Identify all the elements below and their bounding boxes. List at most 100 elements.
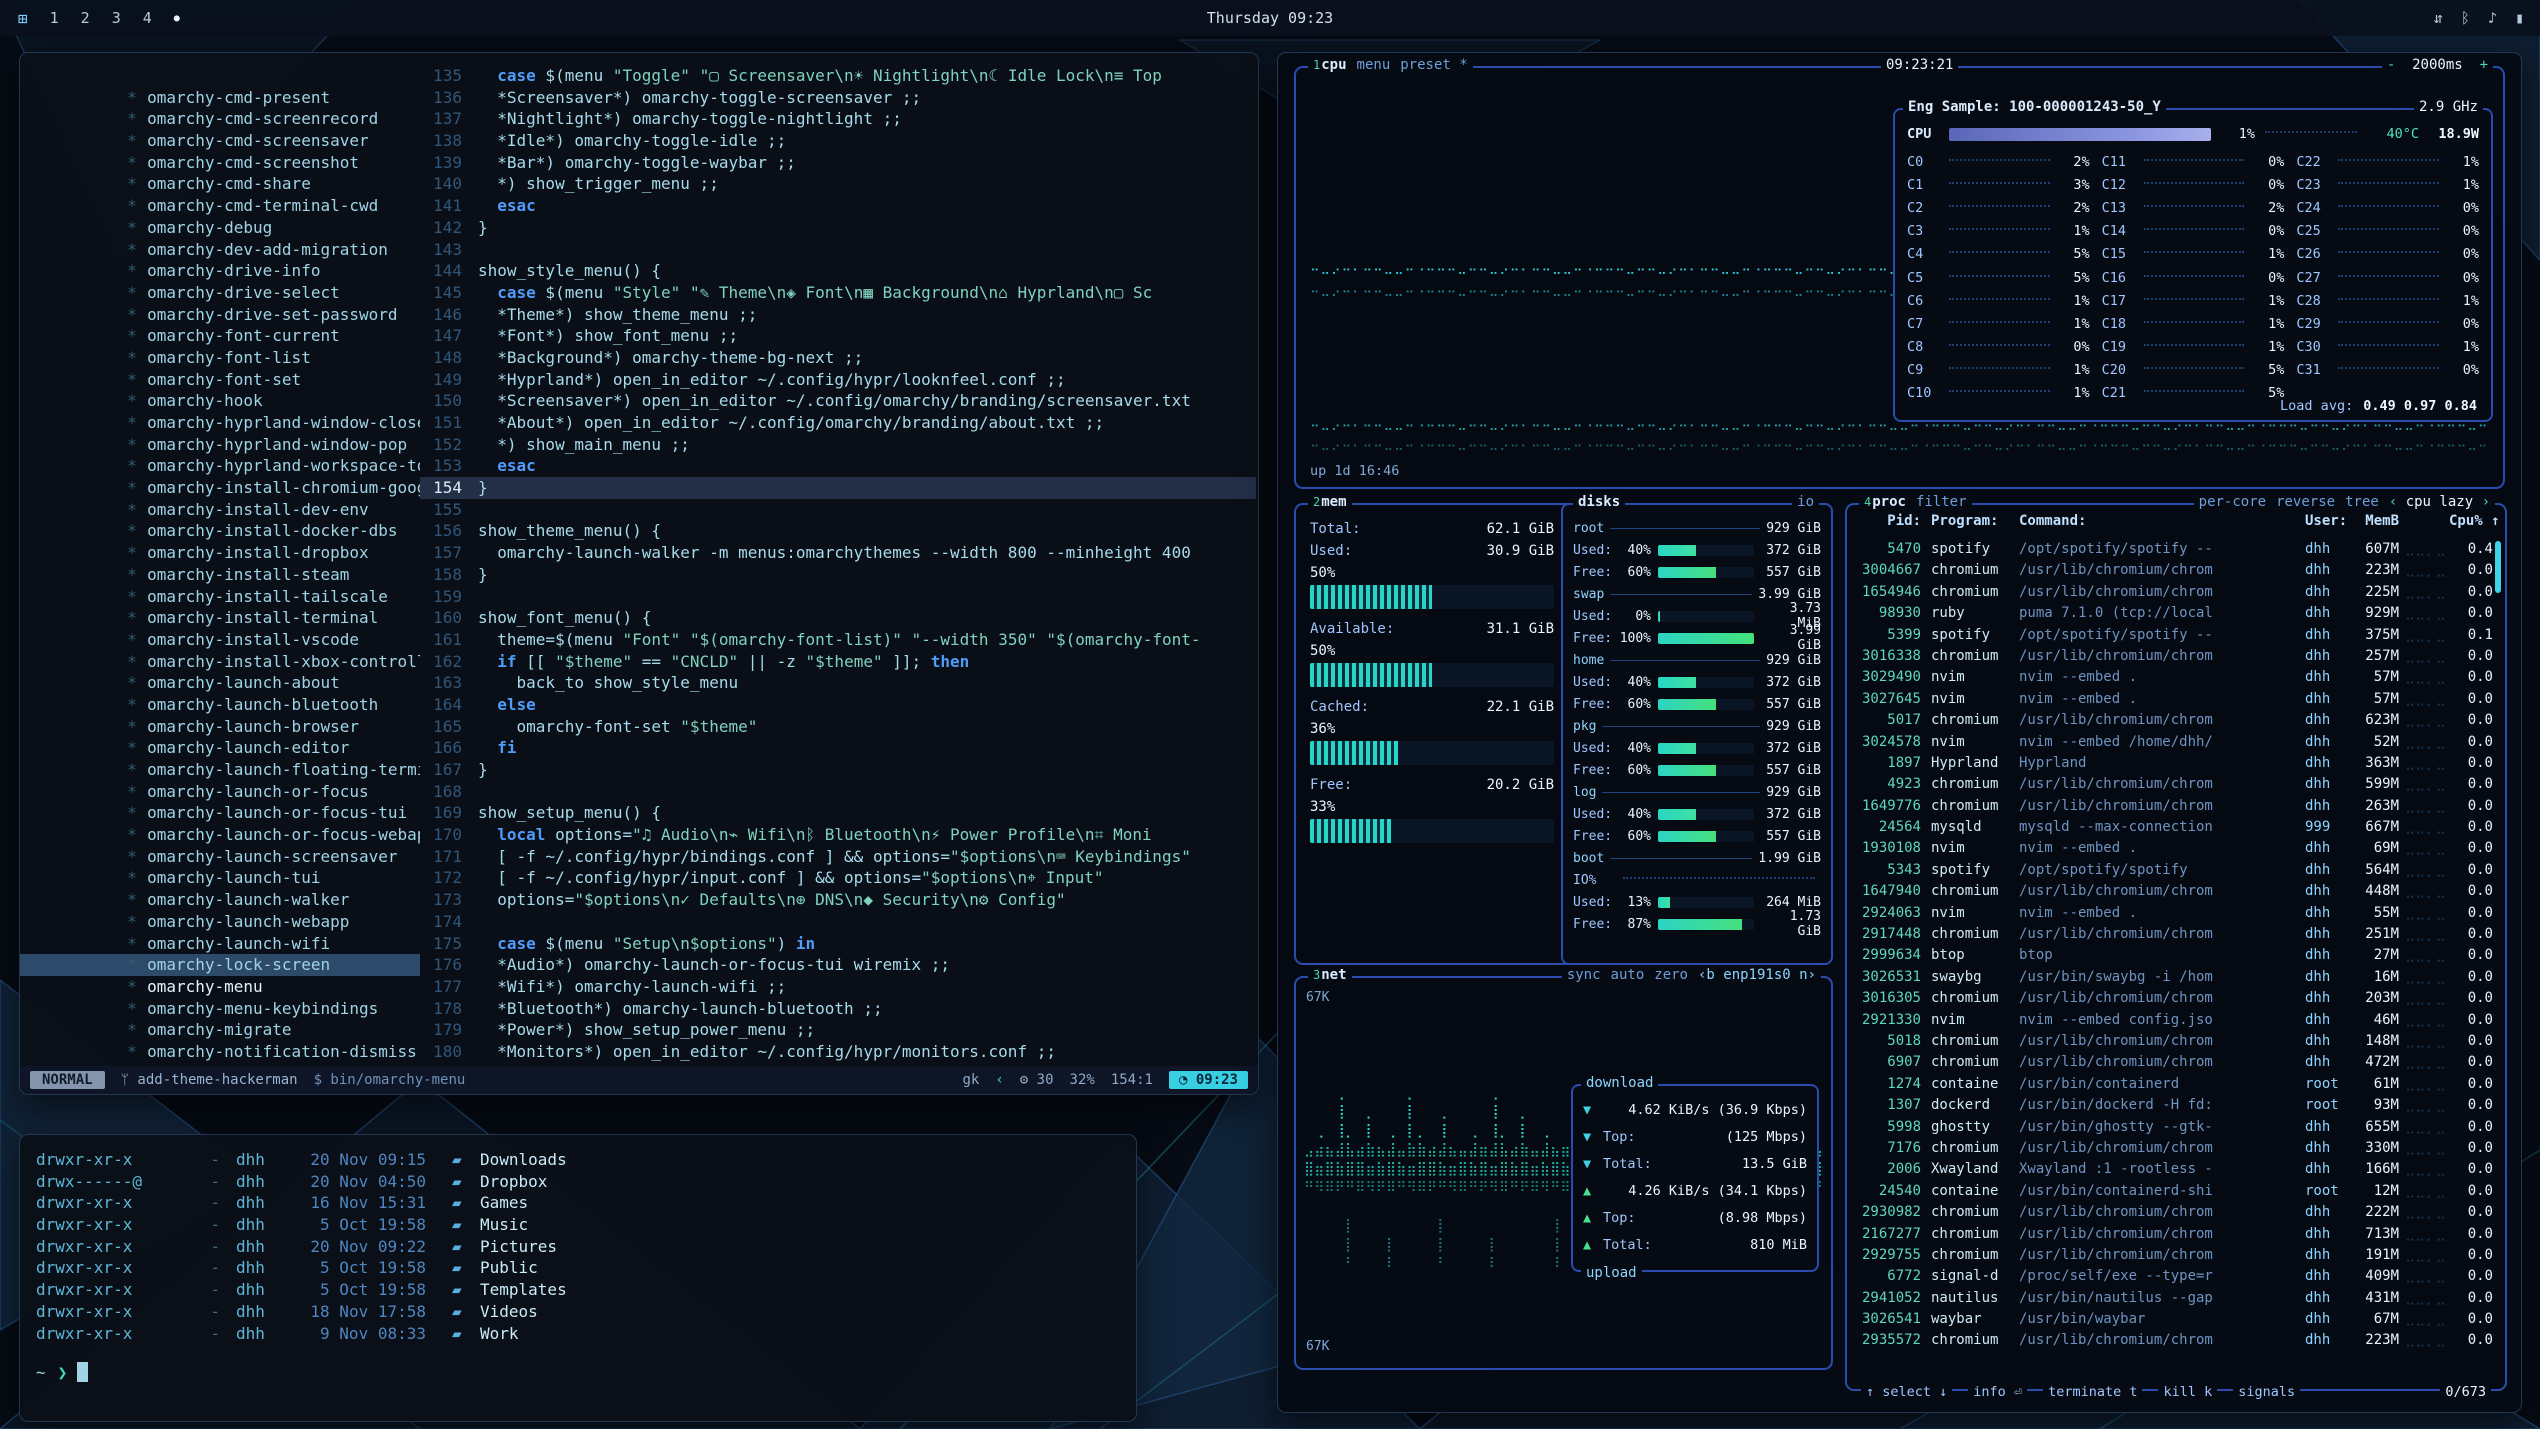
code-line[interactable]: 163 back_to show_style_menu: [420, 672, 1256, 694]
code-line[interactable]: 159: [420, 586, 1256, 608]
code-line[interactable]: 150 *Screensaver*) open_in_editor ~/.con…: [420, 390, 1256, 412]
table-row[interactable]: 24564 mysqld mysqld --max-connection 999…: [1857, 817, 2493, 838]
table-row[interactable]: 1654946 chromium /usr/lib/chromium/chrom…: [1857, 582, 2493, 603]
table-row[interactable]: 2167277 chromium /usr/lib/chromium/chrom…: [1857, 1224, 2493, 1245]
code-line[interactable]: 175 case $(menu "Setup\n$options") in: [420, 933, 1256, 955]
proc-box-title[interactable]: 4proc: [1859, 494, 1911, 510]
table-row[interactable]: 24540 containe /usr/bin/containerd-shi r…: [1857, 1181, 2493, 1202]
table-row[interactable]: 5343 spotify /opt/spotify/spotify dhh 56…: [1857, 860, 2493, 881]
tree-toggle[interactable]: tree: [2340, 494, 2384, 510]
code-line[interactable]: 138 *Idle*) omarchy-toggle-idle ;;: [420, 130, 1256, 152]
list-item[interactable]: drwxr-xr-x - dhh 16 Nov 15:31 ▰ Games: [36, 1192, 1136, 1214]
table-row[interactable]: 1930108 nvim nvim --embed . dhh 69M ⣀⣀⡀⣀…: [1857, 838, 2493, 859]
code-line[interactable]: 142}: [420, 217, 1256, 239]
process-action-button[interactable]: signals: [2233, 1384, 2300, 1400]
table-row[interactable]: 1647940 chromium /usr/lib/chromium/chrom…: [1857, 881, 2493, 902]
code-line[interactable]: 171 [ -f ~/.config/hypr/bindings.conf ] …: [420, 846, 1256, 868]
file-list-pane[interactable]: *omarchy-cmd-present *omarchy-cmd-screen…: [20, 65, 420, 1066]
code-line[interactable]: 140 *) show_trigger_menu ;;: [420, 173, 1256, 195]
code-line[interactable]: 169show_setup_menu() {: [420, 802, 1256, 824]
list-item[interactable]: drwxr-xr-x - dhh 20 Nov 09:22 ▰ Pictures: [36, 1236, 1136, 1258]
code-line[interactable]: 137 *Nightlight*) omarchy-toggle-nightli…: [420, 108, 1256, 130]
table-row[interactable]: 5998 ghostty /usr/bin/ghostty --gtk- dhh…: [1857, 1117, 2493, 1138]
list-item[interactable]: drwxr-xr-x - dhh 18 Nov 17:58 ▰ Videos: [36, 1301, 1136, 1323]
code-line[interactable]: 158}: [420, 564, 1256, 586]
code-line[interactable]: 146 *Theme*) show_theme_menu ;;: [420, 304, 1256, 326]
code-pane[interactable]: 135 case $(menu "Toggle" "▢ Screensaver\…: [420, 65, 1256, 1066]
code-line[interactable]: 176 *Audio*) omarchy-launch-or-focus-tui…: [420, 954, 1256, 976]
tray-icon[interactable]: ᛒ: [2461, 9, 2470, 27]
table-row[interactable]: 1274 containe /usr/bin/containerd root 6…: [1857, 1074, 2493, 1095]
table-row[interactable]: 6907 chromium /usr/lib/chromium/chrom dh…: [1857, 1052, 2493, 1073]
tray-icon[interactable]: ⇵: [2434, 9, 2443, 27]
code-line[interactable]: 173 options="$options\n✓ Defaults\n⊕ DNS…: [420, 889, 1256, 911]
code-line[interactable]: 177 *Wifi*) omarchy-launch-wifi ;;: [420, 976, 1256, 998]
code-line[interactable]: 149 *Hyprland*) open_in_editor ~/.config…: [420, 369, 1256, 391]
list-item[interactable]: drwxr-xr-x - dhh 20 Nov 09:15 ▰ Download…: [36, 1149, 1136, 1171]
table-row[interactable]: 3029490 nvim nvim --embed . dhh 57M ⣀⣀⡀⣀…: [1857, 667, 2493, 688]
code-line[interactable]: 151 *About*) open_in_editor ~/.config/om…: [420, 412, 1256, 434]
sort-next-button[interactable]: ›: [2482, 494, 2490, 510]
io-mode-button[interactable]: io: [1792, 494, 1819, 510]
list-item[interactable]: drwxr-xr-x - dhh 5 Oct 19:58 ▰ Music: [36, 1214, 1136, 1236]
table-row[interactable]: 2917448 chromium /usr/lib/chromium/chrom…: [1857, 924, 2493, 945]
table-row[interactable]: 2935572 chromium /usr/lib/chromium/chrom…: [1857, 1330, 2493, 1351]
list-item[interactable]: drwxr-xr-x - dhh 5 Oct 19:58 ▰ Public: [36, 1257, 1136, 1279]
code-line[interactable]: 147 *Font*) show_font_menu ;;: [420, 325, 1256, 347]
table-row[interactable]: 2941052 nautilus /usr/bin/nautilus --gap…: [1857, 1288, 2493, 1309]
code-line[interactable]: 148 *Background*) omarchy-theme-bg-next …: [420, 347, 1256, 369]
table-row[interactable]: 5018 chromium /usr/lib/chromium/chrom dh…: [1857, 1031, 2493, 1052]
tray-icon[interactable]: ▮: [2515, 9, 2524, 27]
code-line[interactable]: 135 case $(menu "Toggle" "▢ Screensaver\…: [420, 65, 1256, 87]
code-line[interactable]: 144show_style_menu() {: [420, 260, 1256, 282]
shell-prompt[interactable]: ~ ❯: [36, 1362, 1136, 1382]
process-action-button[interactable]: ↑ select ↓: [1861, 1384, 1952, 1400]
table-row[interactable]: 2921330 nvim nvim --embed config.jso dhh…: [1857, 1010, 2493, 1031]
code-line[interactable]: 152 *) show_main_menu ;;: [420, 434, 1256, 456]
menu-button[interactable]: menu: [1352, 57, 1396, 73]
code-line[interactable]: 162 if [[ "$theme" == "CNCLD" || -z "$th…: [420, 651, 1256, 673]
code-line[interactable]: 156show_theme_menu() {: [420, 520, 1256, 542]
net-zero-button[interactable]: zero: [1649, 967, 1693, 983]
code-line[interactable]: 145 case $(menu "Style" "✎ Theme\n◈ Font…: [420, 282, 1256, 304]
table-row[interactable]: 98930 ruby puma 7.1.0 (tcp://local dhh 9…: [1857, 603, 2493, 624]
per-core-toggle[interactable]: per-core: [2194, 494, 2271, 510]
tray-icon[interactable]: ♪: [2488, 9, 2497, 27]
mem-box-title[interactable]: 2mem: [1308, 494, 1352, 510]
net-box-title[interactable]: 3net: [1308, 967, 1352, 983]
table-row[interactable]: 5017 chromium /usr/lib/chromium/chrom dh…: [1857, 710, 2493, 731]
table-row[interactable]: 1897 Hyprland Hyprland dhh 363M ⣀⣀⡀⣀ 0.0: [1857, 753, 2493, 774]
list-item[interactable]: drwx------@ - dhh 20 Nov 04:50 ▰ Dropbox: [36, 1171, 1136, 1193]
reverse-toggle[interactable]: reverse: [2271, 494, 2340, 510]
code-line[interactable]: 139 *Bar*) omarchy-toggle-waybar ;;: [420, 152, 1256, 174]
net-sync-button[interactable]: sync: [1562, 967, 1606, 983]
filter-button[interactable]: filter: [1911, 494, 1972, 510]
process-action-button[interactable]: info ⏎: [1968, 1384, 2027, 1400]
interval-increase-button[interactable]: +: [2480, 57, 2488, 73]
process-scrollbar[interactable]: [2495, 541, 2501, 593]
list-item[interactable]: drwxr-xr-x - dhh 9 Nov 08:33 ▰ Work: [36, 1323, 1136, 1345]
code-line[interactable]: 153 esac: [420, 455, 1256, 477]
table-row[interactable]: 2924063 nvim nvim --embed . dhh 55M ⣀⣀⡀⣀…: [1857, 903, 2493, 924]
code-line[interactable]: 160show_font_menu() {: [420, 607, 1256, 629]
cpu-box-title[interactable]: 1cpu: [1308, 57, 1352, 73]
table-row[interactable]: 5399 spotify /opt/spotify/spotify -- dhh…: [1857, 625, 2493, 646]
process-action-button[interactable]: kill k: [2158, 1384, 2217, 1400]
code-line[interactable]: 141 esac: [420, 195, 1256, 217]
table-row[interactable]: 1649776 chromium /usr/lib/chromium/chrom…: [1857, 796, 2493, 817]
table-row[interactable]: 3016305 chromium /usr/lib/chromium/chrom…: [1857, 988, 2493, 1009]
interval-decrease-button[interactable]: -: [2387, 57, 2395, 73]
list-item[interactable]: drwxr-xr-x - dhh 5 Oct 19:58 ▰ Templates: [36, 1279, 1136, 1301]
table-row[interactable]: 2006 Xwayland Xwayland :1 -rootless - dh…: [1857, 1159, 2493, 1180]
code-line[interactable]: 172 [ -f ~/.config/hypr/input.conf ] && …: [420, 867, 1256, 889]
code-line[interactable]: 166 fi: [420, 737, 1256, 759]
table-row[interactable]: 7176 chromium /usr/lib/chromium/chrom dh…: [1857, 1138, 2493, 1159]
net-auto-button[interactable]: auto: [1606, 967, 1650, 983]
code-line[interactable]: 143: [420, 239, 1256, 261]
code-line[interactable]: 180 *Monitors*) open_in_editor ~/.config…: [420, 1041, 1256, 1063]
table-row[interactable]: 3026541 waybar /usr/bin/waybar dhh 67M ⣀…: [1857, 1309, 2493, 1330]
sort-prev-button[interactable]: ‹: [2389, 494, 2397, 510]
code-line[interactable]: 167}: [420, 759, 1256, 781]
process-table-header[interactable]: Pid: Program: Command: User: MemB Cpu% ↑: [1857, 513, 2493, 537]
table-row[interactable]: 1307 dockerd /usr/bin/dockerd -H fd: roo…: [1857, 1095, 2493, 1116]
